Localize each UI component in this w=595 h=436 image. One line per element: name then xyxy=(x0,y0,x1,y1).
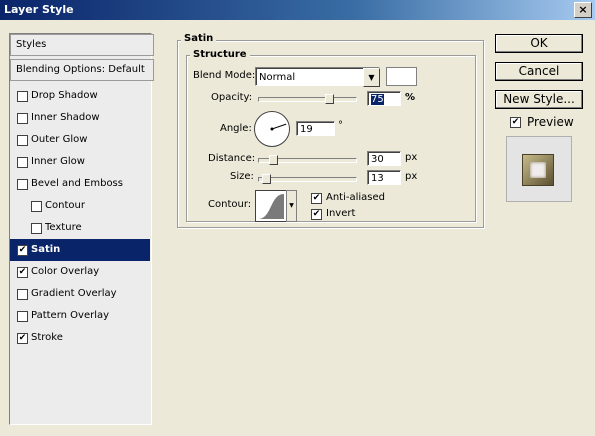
sidebar-item-label: Bevel and Emboss xyxy=(31,178,123,189)
sidebar-item-label: Pattern Overlay xyxy=(31,310,110,321)
sidebar-item-label: Drop Shadow xyxy=(31,90,98,101)
size-slider-thumb[interactable] xyxy=(262,174,272,184)
sidebar-item-gradient-overlay[interactable]: Gradient Overlay xyxy=(10,283,150,305)
sidebar-item-label: Gradient Overlay xyxy=(31,288,117,299)
style-preview-thumbnail xyxy=(506,136,572,202)
sidebar-item-label: Contour xyxy=(45,200,85,211)
contour-dropdown-icon[interactable]: ▼ xyxy=(286,190,297,222)
anti-aliased-label: Anti-aliased xyxy=(326,192,386,203)
sidebar-item-label: Outer Glow xyxy=(31,134,88,145)
sidebar-item-inner-glow[interactable]: Inner Glow xyxy=(10,151,150,173)
sidebar-item-label: Stroke xyxy=(31,332,63,343)
distance-input[interactable]: 30 xyxy=(367,151,401,166)
ok-button[interactable]: OK xyxy=(495,34,583,53)
distance-slider-thumb[interactable] xyxy=(268,155,278,165)
distance-unit: px xyxy=(405,152,418,163)
contour-preview[interactable] xyxy=(255,190,287,222)
preview-label: Preview xyxy=(527,115,574,129)
new-style-button[interactable]: New Style... xyxy=(495,90,583,109)
styles-header[interactable]: Styles xyxy=(10,34,154,56)
size-label: Size: xyxy=(230,171,254,182)
size-value: 13 xyxy=(371,173,384,184)
satin-group-title: Satin xyxy=(181,33,217,44)
blend-mode-label: Blend Mode: xyxy=(193,70,256,81)
sidebar-item-checkbox[interactable] xyxy=(31,201,42,212)
distance-label: Distance: xyxy=(208,153,256,164)
distance-value: 30 xyxy=(371,154,384,165)
angle-label: Angle: xyxy=(220,123,252,134)
sidebar-item-label: Inner Glow xyxy=(31,156,85,167)
opacity-input[interactable]: 75 xyxy=(367,91,401,106)
opacity-value: 75 xyxy=(371,94,384,105)
sidebar-item-stroke[interactable]: ✔ Stroke xyxy=(10,327,150,349)
title-bar[interactable] xyxy=(0,0,595,20)
sidebar-item-checkbox[interactable] xyxy=(17,179,28,190)
sidebar-item-bevel-and-emboss[interactable]: Bevel and Emboss xyxy=(10,173,150,195)
contour-curve-icon xyxy=(258,194,284,219)
sidebar-item-contour[interactable]: Contour xyxy=(10,195,150,217)
sidebar-item-color-overlay[interactable]: ✔ Color Overlay xyxy=(10,261,150,283)
close-button[interactable]: × xyxy=(574,2,592,18)
structure-group-title: Structure xyxy=(190,49,250,60)
sidebar-item-checkbox[interactable] xyxy=(17,289,28,300)
sidebar-item-label: Color Overlay xyxy=(31,266,100,277)
blend-color-swatch[interactable] xyxy=(386,67,417,86)
sidebar-item-label: Satin xyxy=(31,244,61,255)
angle-indicator xyxy=(270,123,287,131)
opacity-slider[interactable] xyxy=(258,97,357,102)
angle-input[interactable]: 19 xyxy=(296,121,335,136)
invert-checkbox[interactable]: ✔ xyxy=(311,209,322,220)
chevron-down-icon[interactable]: ▼ xyxy=(363,68,380,87)
opacity-unit: % xyxy=(405,92,416,103)
blend-mode-select[interactable]: Normal xyxy=(255,67,380,86)
sidebar-item-inner-shadow[interactable]: Inner Shadow xyxy=(10,107,150,129)
angle-dial[interactable] xyxy=(254,111,290,147)
sidebar-item-checkbox[interactable]: ✔ xyxy=(17,267,28,278)
sidebar-item-label: Inner Shadow xyxy=(31,112,100,123)
angle-value: 19 xyxy=(300,124,313,135)
sidebar-item-checkbox[interactable] xyxy=(17,91,28,102)
window-title: Layer Style xyxy=(4,3,74,16)
sidebar-item-checkbox[interactable] xyxy=(17,113,28,124)
anti-aliased-checkbox[interactable]: ✔ xyxy=(311,193,322,204)
angle-unit: ° xyxy=(338,120,343,131)
preview-checkbox[interactable]: ✔ xyxy=(510,117,521,128)
sidebar-item-outer-glow[interactable]: Outer Glow xyxy=(10,129,150,151)
opacity-slider-thumb[interactable] xyxy=(324,94,334,104)
cancel-button[interactable]: Cancel xyxy=(495,62,583,81)
size-slider[interactable] xyxy=(258,177,357,182)
contour-label: Contour: xyxy=(208,199,252,210)
sidebar-item-checkbox[interactable] xyxy=(31,223,42,234)
sidebar-item-satin[interactable]: ✔ Satin xyxy=(10,239,150,261)
sidebar-item-checkbox[interactable] xyxy=(17,311,28,322)
sidebar-item-texture[interactable]: Texture xyxy=(10,217,150,239)
sidebar-item-checkbox[interactable] xyxy=(17,135,28,146)
sidebar-item-drop-shadow[interactable]: Drop Shadow xyxy=(10,85,150,107)
sidebar-item-checkbox[interactable]: ✔ xyxy=(17,245,28,256)
size-unit: px xyxy=(405,171,418,182)
sidebar-item-checkbox[interactable]: ✔ xyxy=(17,333,28,344)
sidebar-item-pattern-overlay[interactable]: Pattern Overlay xyxy=(10,305,150,327)
opacity-label: Opacity: xyxy=(211,92,253,103)
sidebar-item-label: Texture xyxy=(45,222,82,233)
blend-mode-value: Normal xyxy=(259,72,296,83)
size-input[interactable]: 13 xyxy=(367,170,401,185)
blending-options-header[interactable]: Blending Options: Default xyxy=(10,59,154,81)
invert-label: Invert xyxy=(326,208,356,219)
sidebar-item-checkbox[interactable] xyxy=(17,157,28,168)
styles-list: Styles Blending Options: Default Drop Sh… xyxy=(9,33,154,425)
